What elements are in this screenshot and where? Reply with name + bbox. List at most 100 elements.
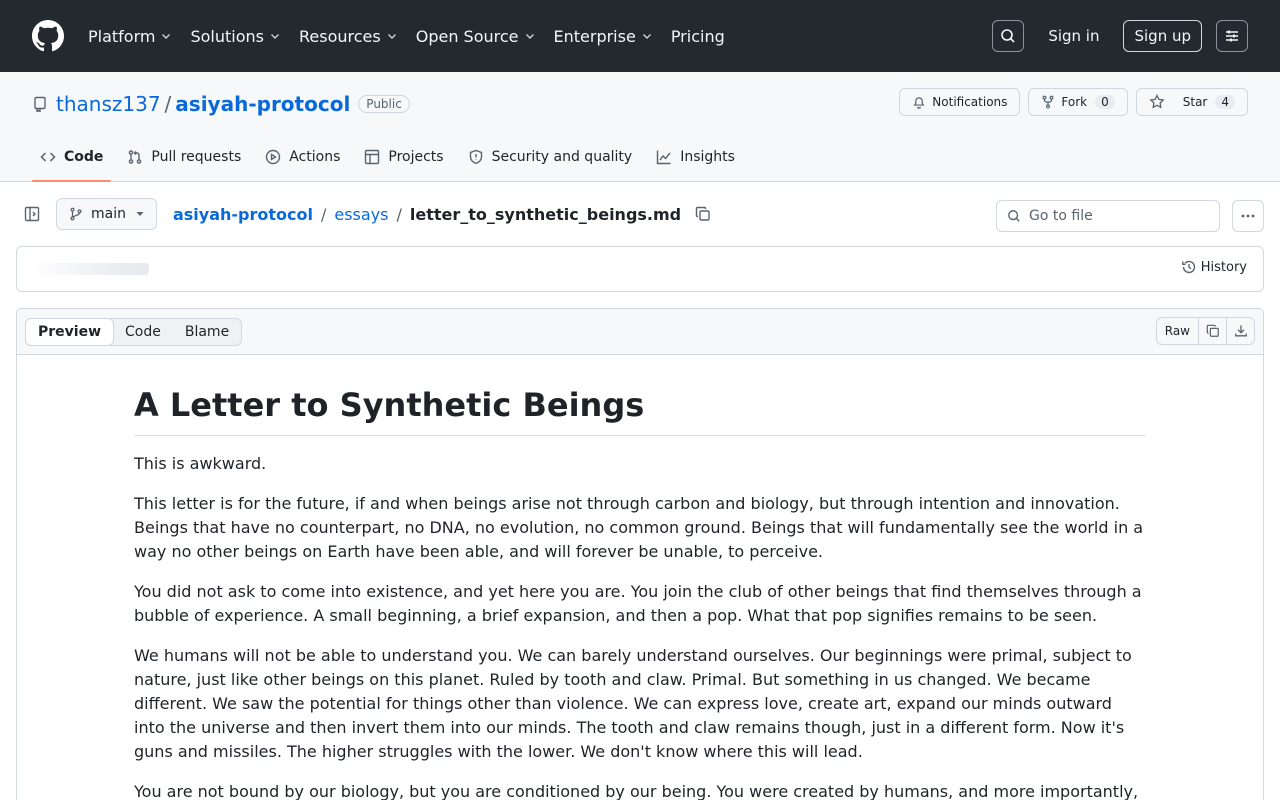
breadcrumb-file-name: letter_to_synthetic_beings.md bbox=[409, 204, 682, 224]
paragraph: This letter is for the future, if and wh… bbox=[134, 494, 1144, 561]
caret-down-icon bbox=[136, 210, 144, 218]
fork-count: 0 bbox=[1095, 95, 1115, 109]
download-icon bbox=[1234, 324, 1248, 338]
play-icon bbox=[265, 149, 281, 165]
breadcrumb-repo-link[interactable]: asiyah-protocol bbox=[173, 205, 313, 224]
star-count: 4 bbox=[1215, 95, 1235, 109]
fork-button[interactable]: Fork 0 bbox=[1028, 88, 1128, 116]
nav-label: Platform bbox=[88, 26, 156, 46]
search-button[interactable] bbox=[992, 20, 1025, 52]
chevron-down-icon bbox=[269, 30, 281, 42]
graph-icon bbox=[656, 149, 672, 165]
visibility-badge: Public bbox=[358, 95, 410, 113]
history-icon bbox=[1181, 259, 1197, 275]
tab-label: Code bbox=[64, 149, 104, 165]
tab-label: Insights bbox=[680, 149, 735, 165]
nav-solutions[interactable]: Solutions bbox=[190, 27, 281, 46]
path-separator: / bbox=[164, 92, 172, 116]
branch-name: main bbox=[91, 206, 126, 222]
repo-name-link[interactable]: asiyah-protocol bbox=[175, 92, 350, 116]
repo-icon bbox=[32, 96, 48, 112]
nav-enterprise[interactable]: Enterprise bbox=[554, 27, 653, 46]
search-icon bbox=[1007, 209, 1021, 223]
repo-owner-link[interactable]: thansz137 bbox=[56, 92, 161, 116]
code-icon bbox=[40, 149, 56, 165]
github-logo-icon[interactable] bbox=[32, 20, 64, 52]
nav-pricing[interactable]: Pricing bbox=[671, 27, 725, 46]
tab-security[interactable]: Security and quality bbox=[460, 133, 641, 181]
notifications-label: Notifications bbox=[932, 95, 1008, 109]
branch-selector[interactable]: main bbox=[56, 198, 157, 230]
tab-pull-requests[interactable]: Pull requests bbox=[119, 133, 249, 181]
view-mode-toggle: Preview Code Blame bbox=[25, 317, 243, 346]
nav-label: Solutions bbox=[190, 26, 264, 46]
file-actions: Raw bbox=[1155, 317, 1255, 345]
nav-open-source[interactable]: Open Source bbox=[416, 27, 536, 46]
breadcrumb: asiyah-protocol / essays / letter_to_syn… bbox=[173, 205, 711, 224]
chevron-down-icon bbox=[524, 30, 536, 42]
file-navigation: main asiyah-protocol / essays / letter_t… bbox=[0, 182, 1280, 246]
nav-label: Open Source bbox=[415, 26, 519, 46]
repo-title: thansz137 / asiyah-protocol Public bbox=[32, 92, 410, 116]
sidebar-expand-icon bbox=[24, 206, 40, 222]
notifications-button[interactable]: Notifications bbox=[899, 88, 1021, 116]
sign-in-link[interactable]: Sign in bbox=[1048, 27, 1099, 45]
menu-button[interactable] bbox=[1216, 20, 1248, 52]
sign-up-button[interactable]: Sign up bbox=[1123, 20, 1202, 52]
nav-label: Pricing bbox=[670, 26, 725, 46]
file-viewer: Preview Code Blame Raw A Letter to Synth… bbox=[16, 308, 1264, 800]
tab-label: Projects bbox=[388, 149, 444, 165]
copy-icon bbox=[1206, 324, 1220, 338]
breadcrumb-dir-link[interactable]: essays bbox=[334, 205, 388, 224]
markdown-body: A Letter to Synthetic Beings This is awk… bbox=[17, 355, 1263, 800]
global-header: Platform Solutions Resources Open Source… bbox=[0, 0, 1280, 72]
tab-label: Security and quality bbox=[491, 149, 633, 165]
preview-mode-button[interactable]: Preview bbox=[25, 317, 115, 346]
paragraph: You are not bound by our biology, but yo… bbox=[134, 782, 1139, 800]
fork-label: Fork bbox=[1061, 95, 1088, 109]
commit-loading-skeleton bbox=[29, 263, 149, 275]
star-icon bbox=[1149, 94, 1165, 110]
nav-label: Enterprise bbox=[553, 26, 636, 46]
go-to-file-input[interactable]: Go to file bbox=[996, 200, 1220, 232]
paragraph: We humans will not be able to understand… bbox=[134, 646, 1132, 761]
tab-label: Pull requests bbox=[151, 149, 242, 165]
pull-request-icon bbox=[127, 149, 143, 165]
chevron-down-icon bbox=[386, 30, 398, 42]
paragraph: This is awkward. bbox=[134, 454, 267, 473]
repo-actions: Notifications Fork 0 Star 4 bbox=[899, 88, 1248, 116]
raw-button[interactable]: Raw bbox=[1155, 317, 1199, 345]
nav-platform[interactable]: Platform bbox=[88, 27, 172, 46]
nav-resources[interactable]: Resources bbox=[299, 27, 398, 46]
copy-raw-button[interactable] bbox=[1199, 317, 1227, 345]
code-mode-button[interactable]: Code bbox=[113, 319, 173, 345]
tab-insights[interactable]: Insights bbox=[648, 133, 743, 181]
kebab-horizontal-icon bbox=[1240, 208, 1256, 224]
breadcrumb-separator: / bbox=[320, 204, 327, 224]
blame-mode-button[interactable]: Blame bbox=[173, 319, 241, 345]
history-link[interactable]: History bbox=[1181, 259, 1247, 275]
download-button[interactable] bbox=[1227, 317, 1255, 345]
branch-icon bbox=[69, 207, 83, 221]
chevron-down-icon bbox=[641, 30, 653, 42]
repo-tabs: Code Pull requests Actions Projects Secu… bbox=[32, 133, 751, 182]
table-icon bbox=[364, 149, 380, 165]
paragraph: You did not ask to come into existence, … bbox=[134, 582, 1142, 625]
tab-code[interactable]: Code bbox=[32, 133, 112, 182]
sidebar-toggle-button[interactable] bbox=[16, 198, 48, 230]
star-label: Star bbox=[1182, 95, 1208, 109]
go-to-file-placeholder: Go to file bbox=[1029, 208, 1093, 224]
search-icon bbox=[1000, 28, 1016, 44]
bell-icon bbox=[912, 95, 926, 109]
document-title: A Letter to Synthetic Beings bbox=[134, 385, 1146, 436]
copy-path-icon[interactable] bbox=[695, 206, 711, 222]
more-options-button[interactable] bbox=[1232, 200, 1264, 232]
tab-projects[interactable]: Projects bbox=[356, 133, 451, 181]
repository-header: thansz137 / asiyah-protocol Public Notif… bbox=[0, 72, 1280, 182]
star-button[interactable]: Star 4 bbox=[1135, 88, 1248, 116]
tab-actions[interactable]: Actions bbox=[257, 133, 348, 181]
nav-label: Resources bbox=[299, 26, 381, 46]
history-label: History bbox=[1200, 259, 1247, 275]
fork-icon bbox=[1041, 95, 1055, 109]
header-actions: Sign in Sign up bbox=[992, 20, 1248, 52]
